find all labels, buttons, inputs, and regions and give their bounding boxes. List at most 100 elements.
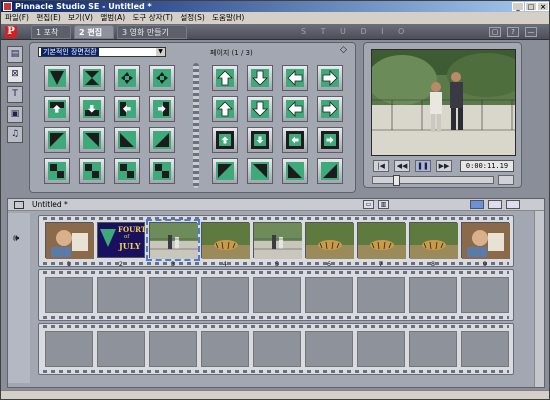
still-image-icon[interactable]: ▣ bbox=[7, 106, 23, 123]
empty-scene-slot[interactable] bbox=[149, 277, 197, 313]
transition-corner-tl-icon[interactable] bbox=[212, 127, 238, 153]
transition-arrow-left2-icon[interactable] bbox=[282, 96, 308, 122]
transition-split-cross2-icon[interactable] bbox=[149, 158, 175, 184]
transition-arrow-left-icon[interactable] bbox=[282, 65, 308, 91]
trash-icon[interactable]: ▥ bbox=[378, 200, 389, 209]
menu-toolbox[interactable]: 도구 상자(T) bbox=[133, 13, 173, 22]
fast-forward-button[interactable]: ▶▶ bbox=[436, 160, 452, 172]
tab-make-movie[interactable]: 3 영화 만들기 bbox=[117, 25, 187, 39]
titles-icon[interactable]: T bbox=[7, 86, 23, 103]
transition-split-cross-icon[interactable] bbox=[114, 158, 140, 184]
scene-thumbnail[interactable] bbox=[357, 222, 406, 259]
transition-diag-arrow-bl-icon[interactable] bbox=[282, 158, 308, 184]
scene-thumbnail[interactable] bbox=[146, 219, 200, 261]
menu-edit[interactable]: 편집(E) bbox=[36, 13, 60, 22]
menu-file[interactable]: 파일(F) bbox=[5, 13, 29, 22]
transition-diag-bl-icon[interactable] bbox=[114, 127, 140, 153]
sound-icon[interactable]: ♫ bbox=[7, 126, 23, 143]
scene-thumbnail[interactable] bbox=[305, 222, 354, 259]
empty-scene-slot[interactable] bbox=[461, 331, 509, 367]
maximize-button[interactable]: □ bbox=[525, 2, 537, 11]
undo-button[interactable]: ▢ bbox=[489, 27, 501, 37]
rewind-button[interactable]: ◀◀ bbox=[394, 160, 410, 172]
empty-scene-slot[interactable] bbox=[253, 277, 301, 313]
split-scene-icon[interactable]: ▭ bbox=[363, 200, 374, 209]
empty-scene-slot[interactable] bbox=[45, 277, 93, 313]
transition-hourglass-icon[interactable] bbox=[79, 65, 105, 91]
empty-scene-slot[interactable] bbox=[149, 331, 197, 367]
transition-arrow-down-icon[interactable] bbox=[247, 65, 273, 91]
empty-scene-slot[interactable] bbox=[409, 331, 457, 367]
menu-settings[interactable]: 설정(S) bbox=[180, 13, 204, 22]
tab-capture[interactable]: 1 포착 bbox=[31, 25, 71, 39]
transition-diag-br-icon[interactable] bbox=[149, 127, 175, 153]
video-icon[interactable]: ▤ bbox=[7, 46, 23, 63]
transition-arrow-up-icon[interactable] bbox=[212, 65, 238, 91]
timeline-view-button[interactable] bbox=[488, 200, 502, 209]
transition-wedge-down-icon[interactable] bbox=[44, 65, 70, 91]
transition-split-h-icon[interactable] bbox=[79, 158, 105, 184]
empty-scene-slot[interactable] bbox=[461, 277, 509, 313]
transition-arrow-up2-icon[interactable] bbox=[212, 96, 238, 122]
menu-view[interactable]: 보기(V) bbox=[68, 13, 93, 22]
transition-diag-tl-icon[interactable] bbox=[44, 127, 70, 153]
next-page-icon[interactable]: ◇ bbox=[340, 45, 347, 55]
empty-scene-slot[interactable] bbox=[409, 277, 457, 313]
transition-arrow-right-icon[interactable] bbox=[317, 65, 343, 91]
empty-scene-slot[interactable] bbox=[357, 331, 405, 367]
scene-thumbnail[interactable] bbox=[253, 222, 302, 259]
scene-thumbnail[interactable] bbox=[201, 222, 250, 259]
empty-scene-slot[interactable] bbox=[305, 331, 353, 367]
transition-diag-arrow-br-icon[interactable] bbox=[317, 158, 343, 184]
app-minimize-button[interactable]: — bbox=[525, 27, 537, 37]
transition-four-arrows-in-icon[interactable] bbox=[114, 65, 140, 91]
transition-split-v-icon[interactable] bbox=[44, 158, 70, 184]
empty-scene-slot[interactable] bbox=[97, 331, 145, 367]
text-view-button[interactable] bbox=[506, 200, 520, 209]
scene-number: 6 bbox=[326, 260, 332, 268]
storyboard-view-button[interactable] bbox=[470, 200, 484, 209]
empty-scene-slot[interactable] bbox=[97, 277, 145, 313]
transition-slide-up-icon[interactable] bbox=[44, 96, 70, 122]
transition-diag-arrow-tr-icon[interactable] bbox=[247, 158, 273, 184]
empty-scene-slot[interactable] bbox=[357, 277, 405, 313]
transition-arrow-right2-icon[interactable] bbox=[317, 96, 343, 122]
transition-arrow-down2-icon[interactable] bbox=[247, 96, 273, 122]
scrubber-handle[interactable] bbox=[393, 175, 401, 186]
menu-album[interactable]: 앨범(A) bbox=[100, 13, 125, 22]
empty-scene-slot[interactable] bbox=[201, 277, 249, 313]
transition-corner-br-icon[interactable] bbox=[317, 127, 343, 153]
empty-scene-slot[interactable] bbox=[253, 331, 301, 367]
empty-scene-slot[interactable] bbox=[201, 331, 249, 367]
menu-help[interactable]: 도움말(H) bbox=[212, 13, 244, 22]
storyboard-scrollbar[interactable] bbox=[534, 211, 544, 387]
minimize-button[interactable]: _ bbox=[512, 2, 524, 11]
empty-scene-slot[interactable] bbox=[45, 331, 93, 367]
chevron-down-icon[interactable]: ▼ bbox=[156, 48, 165, 56]
transition-slide-left-icon[interactable] bbox=[114, 96, 140, 122]
transitions-icon[interactable]: ⊠ bbox=[7, 66, 23, 83]
scene-thumbnail[interactable] bbox=[409, 222, 458, 259]
movie-title: Untitled * bbox=[32, 200, 68, 209]
transition-diag-tr-icon[interactable] bbox=[79, 127, 105, 153]
scene-thumbnail[interactable] bbox=[45, 222, 94, 259]
timecode-display[interactable]: 0:00:11.19 bbox=[460, 160, 514, 172]
transition-corner-bl-icon[interactable] bbox=[282, 127, 308, 153]
transition-category-select[interactable]: 기본적인 장면전환 ▼ bbox=[38, 47, 166, 57]
help-button[interactable]: ? bbox=[507, 27, 519, 37]
scene-thumbnail[interactable]: FOURTH of JULY bbox=[97, 222, 153, 258]
scene-thumbnail[interactable] bbox=[461, 222, 510, 259]
speaker-icon[interactable]: 🕪 bbox=[13, 233, 19, 244]
transition-diag-arrow-tl-icon[interactable] bbox=[212, 158, 238, 184]
transition-corner-tr-icon[interactable] bbox=[247, 127, 273, 153]
volume-button[interactable] bbox=[498, 175, 514, 185]
playback-scrubber[interactable] bbox=[372, 175, 494, 186]
pause-button[interactable]: ❚❚ bbox=[415, 160, 431, 172]
transition-slide-right-icon[interactable] bbox=[149, 96, 175, 122]
close-button[interactable]: × bbox=[537, 2, 549, 11]
tab-edit[interactable]: 2 편집 bbox=[74, 25, 114, 39]
transition-slide-down-icon[interactable] bbox=[79, 96, 105, 122]
empty-scene-slot[interactable] bbox=[305, 277, 353, 313]
go-to-start-button[interactable]: |◀ bbox=[373, 160, 389, 172]
transition-four-arrows-out-icon[interactable] bbox=[149, 65, 175, 91]
